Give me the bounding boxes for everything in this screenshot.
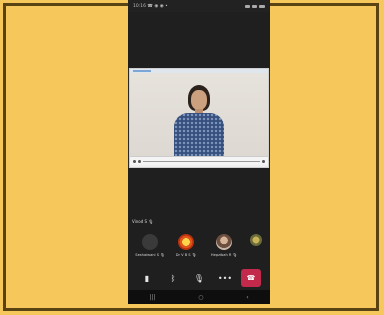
battery-icon	[259, 4, 265, 8]
seek-track[interactable]	[143, 160, 260, 162]
phone-screen: 10:16 ☎ ◉ ◉ • Vinod S 🎙 Seshaiwani S 🎙 D…	[128, 0, 270, 304]
play-icon[interactable]	[133, 159, 136, 163]
shared-window	[129, 68, 269, 168]
small-avatar	[250, 234, 262, 246]
participant-name: Seshaiwani S 🎙	[135, 253, 165, 257]
status-bar: 10:16 ☎ ◉ ◉ •	[128, 0, 270, 12]
participant-tile[interactable]: Dr V B S 🎙	[166, 234, 206, 257]
recents-icon[interactable]: |||	[149, 294, 155, 301]
participant-strip[interactable]: Seshaiwani S 🎙 Dr V B S 🎙 Hepzibah R 🎙	[128, 234, 270, 264]
fullscreen-icon[interactable]	[262, 159, 265, 163]
self-name-label: Vinod S 🎙	[132, 219, 154, 224]
status-time: 10:16 ☎ ◉ ◉ •	[133, 3, 168, 9]
wifi-icon	[252, 4, 257, 8]
participant-tile[interactable]: Seshaiwani S 🎙	[130, 234, 170, 257]
end-call-icon[interactable]: ☎	[241, 269, 261, 287]
volume-icon[interactable]	[138, 159, 141, 163]
presenter-figure	[174, 85, 224, 158]
back-icon[interactable]: ‹	[246, 294, 248, 301]
signal-icon	[245, 4, 250, 8]
more-icon[interactable]: •••	[215, 269, 235, 287]
microphone-icon[interactable]: 🎙	[189, 269, 209, 287]
status-icons	[245, 4, 265, 8]
shared-screen-area[interactable]	[128, 68, 270, 168]
initial-avatar	[142, 234, 158, 250]
photo-avatar	[216, 234, 232, 250]
sun-avatar	[178, 234, 194, 250]
participant-name: Dr V B S 🎙	[175, 253, 197, 257]
bluetooth-icon[interactable]: ᛒ	[163, 269, 183, 287]
shared-video	[130, 73, 268, 158]
participant-tile[interactable]	[236, 234, 270, 249]
home-icon[interactable]: ○	[198, 294, 203, 301]
video-camera-icon[interactable]: ▮	[137, 269, 157, 287]
android-navbar: ||| ○ ‹	[128, 290, 270, 304]
media-player-bar[interactable]	[130, 156, 268, 165]
call-controls: ▮ ᛒ 🎙 ••• ☎	[128, 266, 270, 290]
participant-name: Hepzibah R 🎙	[210, 253, 238, 257]
